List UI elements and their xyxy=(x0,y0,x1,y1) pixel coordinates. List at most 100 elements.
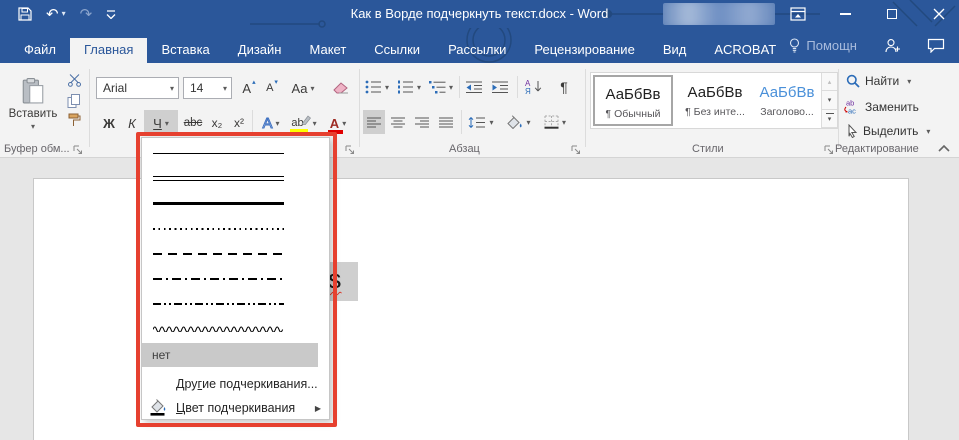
multilevel-list-button[interactable]: ▾ xyxy=(426,76,456,98)
shading-button[interactable]: ▾ xyxy=(501,110,535,134)
sort-button[interactable]: А Я xyxy=(521,74,547,98)
select-button[interactable]: Выделить ▾ xyxy=(846,124,930,138)
change-case-button[interactable]: Аа ▾ xyxy=(288,77,318,99)
line-spacing-button[interactable]: ▾ xyxy=(465,110,497,134)
save-button[interactable] xyxy=(18,7,32,21)
italic-label: К xyxy=(128,116,136,131)
maximize-button[interactable] xyxy=(880,0,904,28)
styles-scroll-down-button[interactable]: ▾ xyxy=(821,91,837,109)
font-dialog-launcher[interactable] xyxy=(345,145,355,155)
assistant-label: Помощн xyxy=(806,38,857,53)
account-name-blurred[interactable] xyxy=(663,3,775,25)
change-case-dropdown-arrow[interactable]: ▾ xyxy=(311,84,315,93)
grow-font-icon: ▴ xyxy=(252,78,256,86)
align-right-button[interactable] xyxy=(411,110,433,134)
font-color-dropdown-arrow[interactable]: ▾ xyxy=(342,119,346,128)
ribbon-tab-bar: Файл Главная Вставка Дизайн Макет Ссылки… xyxy=(0,28,959,63)
styles-scroll-up-button[interactable]: ▴ xyxy=(821,73,837,91)
styles-more-button[interactable]: ▾ xyxy=(821,110,837,128)
line-spacing-icon xyxy=(468,116,486,129)
cut-button[interactable] xyxy=(63,72,85,89)
shading-dropdown-arrow[interactable]: ▾ xyxy=(526,118,530,127)
tab-references[interactable]: Ссылки xyxy=(360,38,434,63)
font-size-dropdown-arrow[interactable]: ▾ xyxy=(223,84,227,93)
share-button[interactable] xyxy=(883,38,901,53)
tab-view[interactable]: Вид xyxy=(649,38,701,63)
borders-icon xyxy=(544,115,559,129)
font-size-combobox[interactable]: 14 ▾ xyxy=(183,77,232,99)
tab-home[interactable]: Главная xyxy=(70,38,147,63)
find-button[interactable]: Найти ▾ xyxy=(846,74,911,88)
minimize-button[interactable] xyxy=(833,0,857,28)
scissors-icon xyxy=(67,74,82,87)
borders-dropdown-arrow[interactable]: ▾ xyxy=(562,118,566,127)
save-icon xyxy=(18,7,32,21)
tab-mailings[interactable]: Рассылки xyxy=(434,38,520,63)
font-name-combobox[interactable]: Arial ▾ xyxy=(96,77,179,99)
font-size-value: 14 xyxy=(190,81,203,95)
justify-button[interactable] xyxy=(435,110,457,134)
format-painter-icon xyxy=(67,113,81,127)
borders-button[interactable]: ▾ xyxy=(538,110,572,134)
numbering-dropdown-arrow[interactable]: ▾ xyxy=(417,83,421,92)
collapse-ribbon-button[interactable] xyxy=(938,144,950,153)
scroll-up-icon: ▴ xyxy=(828,78,832,86)
find-dropdown-arrow[interactable]: ▾ xyxy=(907,77,911,86)
style-normal[interactable]: АаБбВв ¶ Обычный xyxy=(593,75,673,126)
tab-layout[interactable]: Макет xyxy=(295,38,360,63)
bold-button[interactable]: Ж xyxy=(98,110,120,136)
shrink-font-letter: А xyxy=(266,82,273,94)
align-left-button[interactable] xyxy=(363,110,385,134)
bullets-button[interactable]: ▾ xyxy=(362,76,392,98)
copy-icon xyxy=(67,94,81,108)
paragraph-dialog-launcher[interactable] xyxy=(571,145,581,155)
pilcrow-icon: ¶ xyxy=(560,79,568,95)
title-bar: ↶ ▾ ↷ Как в Ворде подчеркнуть текст.docx… xyxy=(0,0,959,28)
copy-button[interactable] xyxy=(63,92,85,109)
styles-dialog-launcher[interactable] xyxy=(824,145,834,155)
multilevel-dropdown-arrow[interactable]: ▾ xyxy=(449,83,453,92)
tab-review[interactable]: Рецензирование xyxy=(520,38,648,63)
customize-qat-button[interactable] xyxy=(106,9,116,19)
paste-label: Вставить xyxy=(9,108,58,120)
shrink-font-icon: ▾ xyxy=(274,78,278,86)
bullets-icon xyxy=(365,80,382,94)
replace-button[interactable]: ab ac Заменить xyxy=(843,99,919,114)
change-case-label: Аа xyxy=(291,81,307,96)
increase-indent-button[interactable] xyxy=(489,76,512,98)
select-dropdown-arrow[interactable]: ▾ xyxy=(926,127,930,136)
numbering-button[interactable]: ▾ xyxy=(394,76,424,98)
cursor-arrow-icon xyxy=(846,124,858,138)
sort-icon: А Я xyxy=(525,79,544,94)
paste-dropdown-arrow[interactable]: ▾ xyxy=(31,122,35,131)
maximize-icon xyxy=(887,9,897,19)
close-button[interactable] xyxy=(927,0,951,28)
clear-formatting-button[interactable] xyxy=(331,78,351,96)
comments-button[interactable] xyxy=(927,38,945,53)
tell-me-assistant[interactable]: Помощн xyxy=(789,38,857,53)
font-name-dropdown-arrow[interactable]: ▾ xyxy=(170,84,174,93)
show-formatting-marks-button[interactable]: ¶ xyxy=(553,76,575,98)
bullets-dropdown-arrow[interactable]: ▾ xyxy=(385,83,389,92)
style-no-spacing[interactable]: АаБбВв ¶ Без инте... xyxy=(677,75,753,126)
svg-text:ac: ac xyxy=(848,107,856,115)
shrink-font-button[interactable]: А ▾ xyxy=(261,77,282,99)
decrease-indent-button[interactable] xyxy=(463,76,486,98)
tab-acrobat[interactable]: ACROBAT xyxy=(700,38,790,63)
ribbon-display-options-button[interactable] xyxy=(786,0,810,28)
tab-insert[interactable]: Вставка xyxy=(147,38,223,63)
format-painter-button[interactable] xyxy=(63,111,85,128)
align-center-button[interactable] xyxy=(387,110,409,134)
paste-button[interactable]: Вставить ▾ xyxy=(6,68,60,140)
clipboard-dialog-launcher[interactable] xyxy=(73,145,83,155)
highlight-dropdown-arrow[interactable]: ▾ xyxy=(313,119,317,128)
undo-button[interactable]: ↶ ▾ xyxy=(46,7,66,22)
text-effects-dropdown-arrow[interactable]: ▾ xyxy=(276,119,280,128)
grow-font-button[interactable]: А ▴ xyxy=(238,77,259,99)
tab-file[interactable]: Файл xyxy=(10,38,70,63)
style-heading[interactable]: АаБбВв Заголово... xyxy=(755,75,819,126)
underline-dropdown-arrow[interactable]: ▾ xyxy=(165,119,169,128)
line-spacing-dropdown-arrow[interactable]: ▾ xyxy=(489,118,493,127)
tab-design[interactable]: Дизайн xyxy=(224,38,296,63)
undo-dropdown-arrow[interactable]: ▾ xyxy=(62,10,66,18)
